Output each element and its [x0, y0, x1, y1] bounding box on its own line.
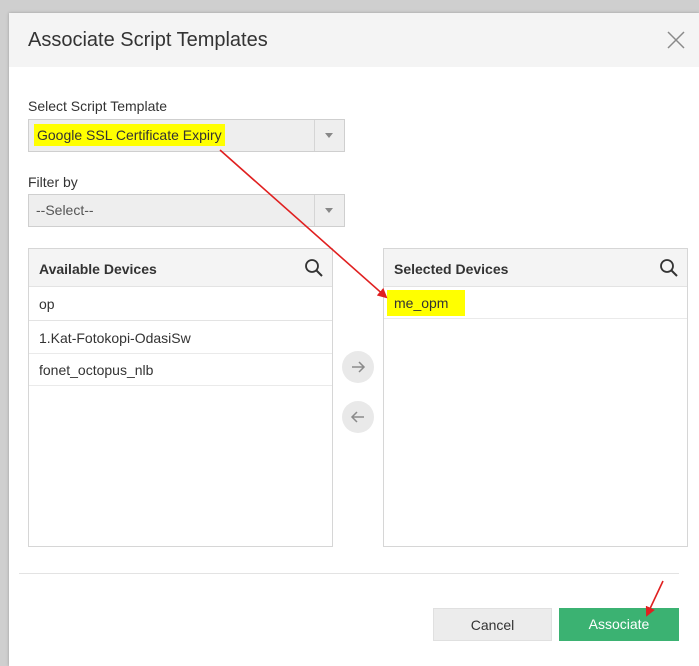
available-devices-panel: Available Devices op 1.Kat-Fotokopi-Odas… [28, 248, 333, 547]
template-dropdown-toggle[interactable] [314, 120, 344, 151]
available-devices-header: Available Devices [29, 249, 332, 287]
available-filter-text: op [39, 296, 55, 312]
list-item-label: fonet_octopus_nlb [39, 362, 154, 378]
selected-devices-title: Selected Devices [394, 261, 509, 277]
filter-select-value: --Select-- [36, 202, 94, 218]
move-left-button[interactable] [342, 401, 374, 433]
list-item[interactable]: fonet_octopus_nlb [29, 354, 332, 386]
move-right-button[interactable] [342, 351, 374, 383]
close-icon[interactable] [665, 29, 687, 51]
available-filter-input[interactable]: op [29, 287, 332, 321]
filter-dropdown-toggle[interactable] [314, 195, 344, 226]
template-select[interactable]: Google SSL Certificate Expiry [28, 119, 345, 152]
arrow-right-icon [352, 361, 366, 373]
associate-button[interactable]: Associate [559, 608, 679, 641]
selected-devices-header: Selected Devices [384, 249, 687, 287]
cancel-button[interactable]: Cancel [433, 608, 552, 641]
search-icon[interactable] [304, 258, 324, 278]
dialog-header: Associate Script Templates [9, 13, 699, 67]
search-icon[interactable] [659, 258, 679, 278]
list-item[interactable]: 1.Kat-Fotokopi-OdasiSw [29, 322, 332, 354]
template-select-value: Google SSL Certificate Expiry [34, 124, 225, 146]
filter-select[interactable]: --Select-- [28, 194, 345, 227]
chevron-down-icon [325, 208, 333, 213]
filter-label: Filter by [28, 174, 78, 190]
selected-list-item-label: me_opm [387, 290, 465, 316]
list-item-label: 1.Kat-Fotokopi-OdasiSw [39, 330, 191, 346]
available-devices-title: Available Devices [39, 261, 157, 277]
selected-devices-panel: Selected Devices me_opm [383, 248, 688, 547]
arrow-left-icon [350, 411, 364, 423]
selected-list-item[interactable]: me_opm [384, 287, 687, 319]
footer-divider [19, 573, 679, 574]
chevron-down-icon [325, 133, 333, 138]
template-label: Select Script Template [28, 98, 168, 114]
dialog-title: Associate Script Templates [28, 29, 268, 51]
